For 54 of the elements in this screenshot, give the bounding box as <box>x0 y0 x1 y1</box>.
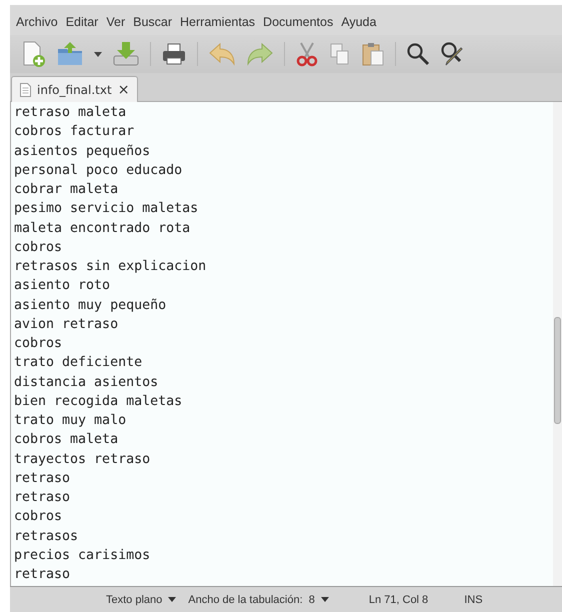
redo-arrow-icon[interactable] <box>246 42 274 66</box>
text-line: pesimo servicio maletas <box>14 200 198 218</box>
text-line: retrasos sin explicacion <box>14 258 206 276</box>
file-tab[interactable]: info_final.txt × <box>11 76 138 102</box>
syntax-dropdown[interactable]: Texto plano <box>106 594 176 606</box>
text-line: trayectos retraso <box>14 450 150 468</box>
search-icon[interactable] <box>406 42 430 66</box>
copy-icon[interactable] <box>329 42 351 66</box>
insert-mode: INS <box>464 594 483 606</box>
menu-item[interactable]: Archivo <box>16 15 58 29</box>
text-line: cobros maleta <box>14 431 118 450</box>
text-line: retraso <box>14 470 70 488</box>
caret-icon <box>320 597 329 602</box>
scrollbar[interactable] <box>553 102 562 586</box>
tab-label: info_final.txt <box>37 82 112 96</box>
menu-item[interactable]: Buscar <box>133 15 172 29</box>
text-line: asientos pequeños <box>14 142 150 160</box>
text-line: maleta encontrado rota <box>14 220 190 238</box>
tab-width-dropdown[interactable]: Ancho de la tabulación: 8 <box>188 594 329 606</box>
text-line: cobros <box>14 508 62 526</box>
text-line: cobrar maleta <box>14 181 118 199</box>
text-line: cobros <box>14 335 62 353</box>
text-line: retraso maleta <box>14 104 126 122</box>
text-line: retraso <box>14 566 70 584</box>
folder-icon[interactable] <box>56 40 84 68</box>
caret-icon <box>168 597 176 602</box>
text-line: trato muy malo <box>14 412 126 430</box>
text-line: retraso <box>14 489 70 507</box>
text-line: asiento roto <box>14 277 110 296</box>
menu-item[interactable]: Documentos <box>263 15 334 29</box>
download-icon[interactable] <box>112 40 140 68</box>
clipboard-icon[interactable] <box>361 41 385 67</box>
text-line: precios carisimos <box>14 546 150 565</box>
caret-icon[interactable] <box>94 52 102 56</box>
text-line: trato deficiente <box>14 354 142 372</box>
text-file-icon <box>20 82 31 96</box>
text-line: avion retraso <box>14 316 118 334</box>
text-line: personal poco educado <box>14 162 182 180</box>
menu-item[interactable]: Ver <box>106 15 126 29</box>
printer-icon[interactable] <box>161 41 187 67</box>
text-line: bien recogida maletas <box>14 392 182 411</box>
text-line: asiento muy pequeño <box>14 296 166 314</box>
menu-item[interactable]: Ayuda <box>341 15 376 29</box>
undo-arrow-icon[interactable] <box>208 42 236 66</box>
text-line: distancia asientos <box>14 374 158 392</box>
menu-item[interactable]: Editar <box>66 15 98 29</box>
text-line: cobros facturar <box>14 123 134 142</box>
menu-item[interactable]: Herramientas <box>180 15 256 29</box>
text-line: cobros <box>14 238 62 257</box>
scrollbar-thumb[interactable] <box>554 317 561 424</box>
text-line: retrasos <box>14 528 78 546</box>
close-tab-button[interactable]: × <box>118 82 130 98</box>
cursor-position: Ln 71, Col 8 <box>368 594 428 606</box>
scissors-icon[interactable] <box>295 41 319 67</box>
